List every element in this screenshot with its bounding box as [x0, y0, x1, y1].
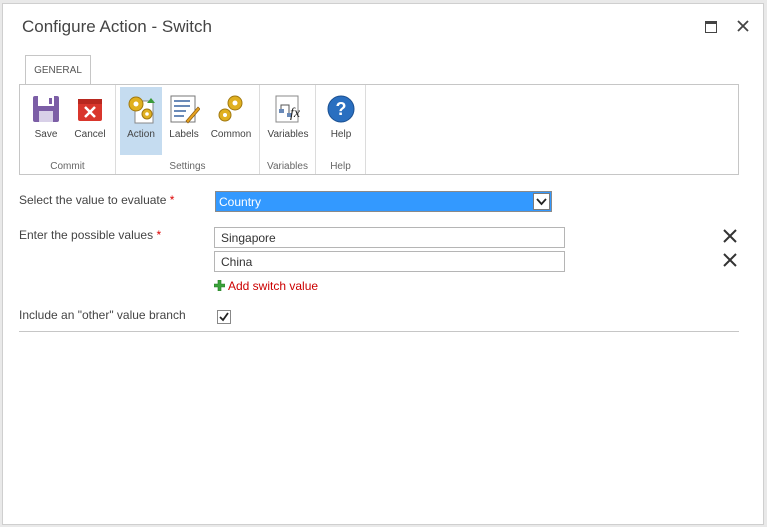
labels-icon	[170, 95, 200, 124]
ribbon-group-variables: fx Variables Variables	[260, 85, 316, 174]
action-label: Action	[127, 129, 155, 140]
cancel-icon	[78, 99, 102, 121]
help-label: Help	[330, 129, 352, 140]
switch-value-input[interactable]	[214, 251, 565, 272]
evaluate-field-label: Select the value to evaluate *	[19, 193, 174, 207]
evaluate-select[interactable]: Country	[215, 191, 552, 212]
help-button[interactable]: ? Help	[321, 87, 361, 155]
svg-text:?: ?	[336, 99, 347, 119]
variables-fx-icon: fx	[275, 95, 301, 123]
add-switch-value-label: Add switch value	[228, 279, 319, 293]
other-branch-checkbox[interactable]	[217, 310, 231, 324]
dialog-title: Configure Action - Switch	[22, 17, 212, 36]
help-group-label: Help	[330, 161, 351, 172]
common-button[interactable]: Common	[206, 87, 256, 155]
possible-values-field-label: Enter the possible values *	[19, 228, 161, 242]
close-icon	[737, 20, 749, 32]
save-icon	[33, 96, 59, 122]
commit-group-label: Commit	[50, 161, 85, 172]
checkmark-icon	[217, 310, 231, 324]
add-switch-value-link[interactable]: Add switch value	[214, 279, 318, 293]
ribbon-group-help: ? Help Help	[316, 85, 366, 174]
action-gears-icon	[128, 96, 155, 124]
ribbon-group-settings: Action Labels Common Settings	[116, 85, 260, 174]
common-gears-icon	[218, 95, 243, 122]
tab-general[interactable]: GENERAL	[25, 55, 91, 84]
required-mark: *	[169, 193, 175, 207]
save-button[interactable]: Save	[28, 87, 64, 155]
labels-label: Labels	[169, 129, 199, 140]
svg-text:fx: fx	[290, 106, 301, 121]
form-divider	[19, 331, 739, 332]
remove-value-button[interactable]	[723, 253, 737, 267]
labels-button[interactable]: Labels	[164, 87, 204, 155]
maximize-icon	[705, 21, 717, 33]
plus-icon	[214, 280, 225, 291]
ribbon-group-commit: Save Cancel Commit	[20, 85, 116, 174]
remove-value-button[interactable]	[723, 229, 737, 243]
help-icon: ?	[327, 95, 355, 123]
settings-group-label: Settings	[169, 161, 206, 172]
other-branch-label: Include an "other" value branch	[19, 308, 186, 322]
action-button[interactable]: Action	[120, 87, 162, 155]
cancel-button[interactable]: Cancel	[70, 87, 110, 155]
cancel-label: Cancel	[74, 129, 106, 140]
evaluate-select-value: Country	[219, 195, 262, 209]
remove-icon	[723, 229, 737, 243]
switch-value-input[interactable]	[214, 227, 565, 248]
close-dialog-button[interactable]	[733, 16, 753, 36]
common-label: Common	[210, 129, 252, 140]
chevron-down-icon[interactable]	[533, 193, 550, 210]
maximize-button[interactable]	[701, 16, 721, 36]
ribbon: Save Cancel Commit Action Labels Common …	[19, 84, 739, 175]
save-label: Save	[34, 129, 58, 140]
remove-icon	[723, 253, 737, 267]
variables-button[interactable]: fx Variables	[263, 87, 313, 155]
variables-group-label: Variables	[267, 161, 308, 172]
possible-values-label-text: Enter the possible values	[19, 228, 154, 242]
required-mark: *	[156, 228, 162, 242]
evaluate-label-text: Select the value to evaluate	[19, 193, 167, 207]
variables-label: Variables	[267, 129, 309, 140]
